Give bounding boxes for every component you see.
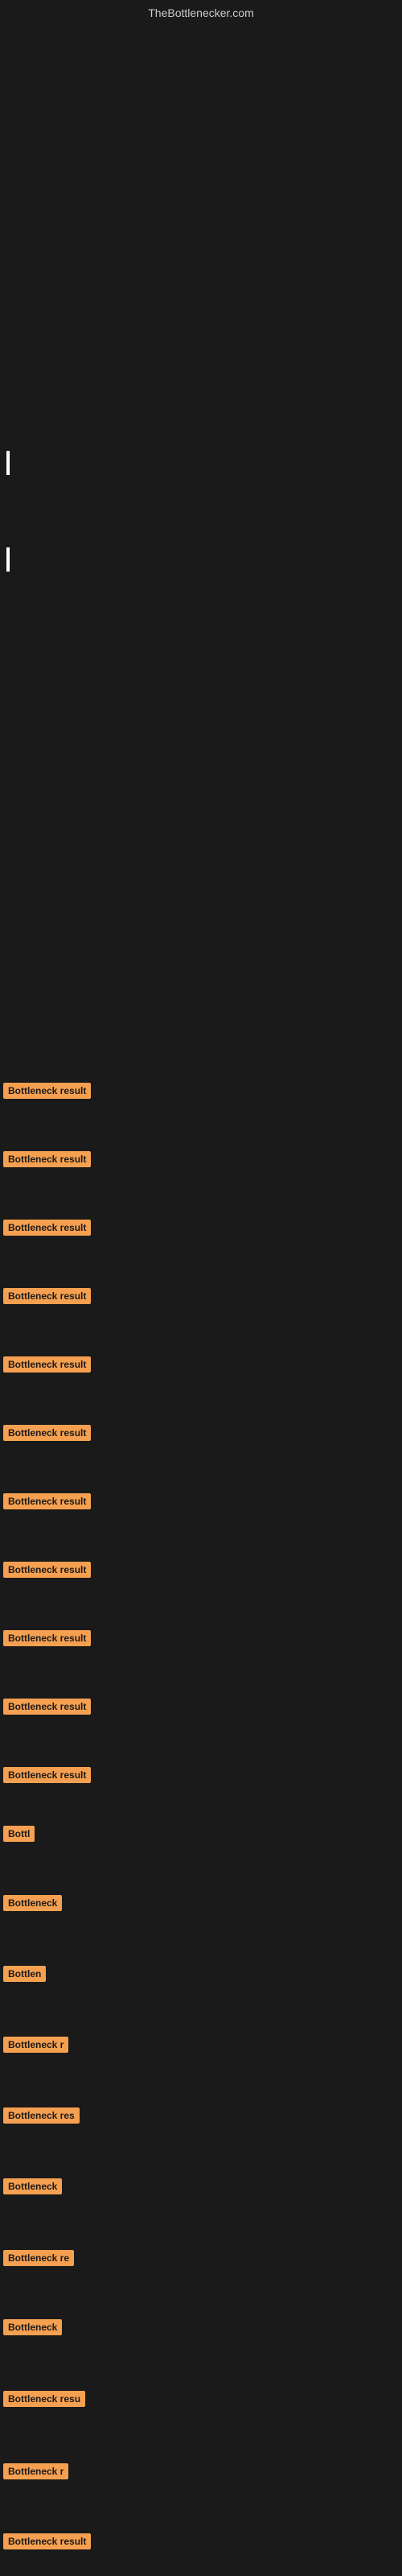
bottleneck-result-label[interactable]: Bottleneck res xyxy=(3,2107,80,2124)
bottleneck-result-label[interactable]: Bottleneck xyxy=(3,1895,62,1911)
bottleneck-result-label[interactable]: Bottleneck result xyxy=(3,1288,91,1304)
cursor-2 xyxy=(6,547,10,572)
main-content: TheBottlenecker.com Bottl Bottleneck Bottl… xyxy=(0,0,402,2576)
bottleneck-result-label[interactable]: Bottleneck result xyxy=(3,1151,91,1167)
bottleneck-result-label[interactable]: Bottleneck result xyxy=(3,1356,91,1373)
bottleneck-result-label[interactable]: Bottleneck r xyxy=(3,2463,68,2479)
bottleneck-result-label[interactable]: Bottlen xyxy=(3,1966,46,1982)
site-title: TheBottlenecker.com xyxy=(148,6,254,19)
bottleneck-result-label[interactable]: Bottleneck result xyxy=(3,2533,91,2549)
bottleneck-result-label[interactable]: Bottleneck xyxy=(3,2319,62,2335)
bottleneck-result-label[interactable]: Bottleneck result xyxy=(3,1425,91,1441)
bottleneck-result-label[interactable]: Bottleneck r xyxy=(3,2037,68,2053)
bottleneck-result-label[interactable]: Bottleneck result xyxy=(3,1083,91,1099)
cursor-1 xyxy=(6,451,10,475)
bottleneck-result-label[interactable]: Bottleneck result xyxy=(3,1767,91,1783)
bottleneck-result-label[interactable]: Bottleneck resu xyxy=(3,2391,85,2407)
bottleneck-result-label[interactable]: Bottleneck result xyxy=(3,1493,91,1509)
bottleneck-result-label[interactable]: Bottleneck result xyxy=(3,1220,91,1236)
bottleneck-result-label[interactable]: Bottleneck result xyxy=(3,1699,91,1715)
bottleneck-result-label[interactable]: Bottleneck result xyxy=(3,1630,91,1646)
bottleneck-result-label[interactable]: Bottleneck result xyxy=(3,1562,91,1578)
bottleneck-result-label[interactable]: Bottleneck re xyxy=(3,2250,74,2266)
bottleneck-result-label[interactable]: Bottleneck xyxy=(3,2178,62,2194)
bottleneck-result-label[interactable]: Bottl xyxy=(3,1826,35,1842)
